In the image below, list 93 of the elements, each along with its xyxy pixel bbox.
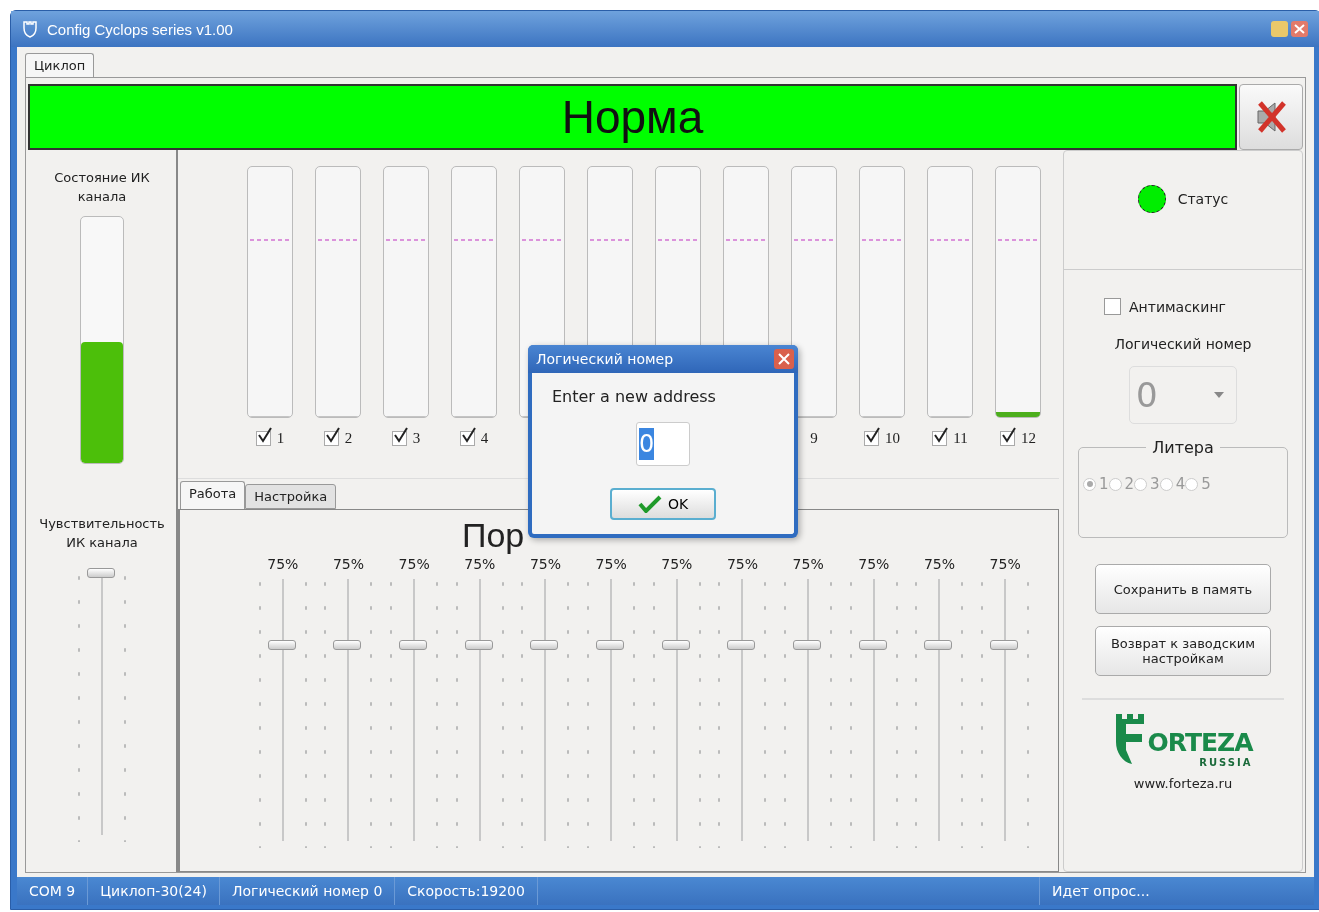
threshold-line xyxy=(930,239,970,241)
threshold-reading: 75% xyxy=(528,556,563,572)
threshold-line xyxy=(998,239,1038,241)
status-banner: Норма xyxy=(28,84,1237,150)
channel-number: 4 xyxy=(480,429,489,447)
dialog-prompt: Enter a new address xyxy=(551,386,717,406)
threshold-reading: 75% xyxy=(791,556,825,572)
channel-number: 10 xyxy=(885,429,900,447)
threshold-line xyxy=(522,239,562,241)
sensitivity-label: Чувствительность ИК канала xyxy=(38,515,166,552)
threshold-line xyxy=(726,239,766,241)
litera-title: Литера xyxy=(1151,438,1215,457)
website-link[interactable]: www.forteza.ru xyxy=(1064,776,1302,791)
channel-checkbox[interactable] xyxy=(1000,430,1015,446)
logo-subtitle: RUSSIA xyxy=(1199,757,1253,768)
caret-icon xyxy=(1214,392,1224,398)
check-icon xyxy=(865,426,881,443)
check-icon xyxy=(460,426,477,443)
threshold-line xyxy=(318,239,358,241)
threshold-reading: 75% xyxy=(331,556,366,572)
slider-thumb[interactable] xyxy=(661,639,690,650)
tab[interactable]: Циклоп xyxy=(25,53,95,77)
status-label: Статус xyxy=(1177,191,1229,207)
threshold-line xyxy=(794,239,834,241)
status-bar-field: Логический номер 0 xyxy=(219,877,396,905)
threshold-line xyxy=(454,239,494,241)
tab[interactable]: Работа xyxy=(180,481,246,509)
mute-button[interactable] xyxy=(1239,84,1303,150)
threshold-reading: 75% xyxy=(922,556,957,572)
address-field[interactable]: 0 xyxy=(636,422,690,466)
channel-number: 12 xyxy=(1021,429,1036,447)
slider-thumb[interactable] xyxy=(399,639,428,650)
channel-number: 1 xyxy=(276,429,285,447)
channel-number: 9 xyxy=(810,429,818,447)
channel-number: 2 xyxy=(344,429,353,447)
slider-thumb[interactable] xyxy=(333,639,362,650)
threshold-line xyxy=(590,239,630,241)
check-icon xyxy=(933,426,950,443)
logical-number-label: Логический номер xyxy=(1113,335,1253,354)
channel-number: 11 xyxy=(953,429,968,447)
window-title: Config Cyclops series v1.00 xyxy=(47,20,234,38)
slider-thumb[interactable] xyxy=(990,639,1019,650)
ok-button[interactable]: OK xyxy=(610,488,716,520)
channel-checkbox[interactable] xyxy=(323,430,339,446)
threshold-reading: 75% xyxy=(397,556,431,572)
slider-thumb[interactable] xyxy=(727,639,756,650)
slider-thumb[interactable] xyxy=(596,639,625,650)
status-bar-field: COM 9 xyxy=(17,877,89,905)
channel-number: 3 xyxy=(412,429,421,447)
threshold-line xyxy=(386,239,426,241)
slider-thumb[interactable] xyxy=(858,639,887,650)
slider-thumb[interactable] xyxy=(267,639,296,650)
check-icon xyxy=(637,495,662,513)
tab[interactable]: Настройка xyxy=(245,484,337,509)
castle-icon xyxy=(21,20,39,38)
threshold-line xyxy=(862,239,902,241)
threshold-line xyxy=(250,239,290,241)
channel-checkbox[interactable] xyxy=(864,430,879,446)
channel-checkbox[interactable] xyxy=(255,430,271,446)
threshold-reading: 75% xyxy=(857,556,891,572)
action-button[interactable]: Возврат к заводским настройкам xyxy=(1095,626,1271,676)
close-icon[interactable] xyxy=(774,349,794,369)
slider-thumb[interactable] xyxy=(924,639,953,650)
threshold-reading: 75% xyxy=(660,556,694,572)
threshold-line xyxy=(658,239,698,241)
threshold-reading: 75% xyxy=(988,556,1022,572)
logo-name: ORTEZA xyxy=(1147,728,1253,757)
speaker-muted-icon xyxy=(1254,99,1288,135)
threshold-reading: 75% xyxy=(725,556,760,572)
status-bar-field: Скорость:19200 xyxy=(395,877,538,905)
slider-thumb[interactable] xyxy=(87,568,115,578)
thresholds-heading: Пор xyxy=(462,516,526,556)
antimasking-label: Антимаскинг xyxy=(1129,298,1226,315)
channel-checkbox[interactable] xyxy=(391,430,407,446)
ir-state-label: Состояние ИК канала xyxy=(53,169,151,206)
check-icon xyxy=(392,426,409,443)
check-icon xyxy=(324,426,341,443)
antimasking-checkbox[interactable] xyxy=(1104,298,1121,315)
channel-checkbox[interactable] xyxy=(459,430,475,446)
threshold-reading: 75% xyxy=(594,556,628,572)
threshold-reading: 75% xyxy=(266,556,300,572)
channel-checkbox[interactable] xyxy=(932,430,948,446)
threshold-reading: 75% xyxy=(463,556,497,572)
dialog-title: Логический номер xyxy=(536,351,673,367)
slider-thumb[interactable] xyxy=(793,639,822,650)
check-icon xyxy=(256,426,273,443)
status-bar-field: Циклоп-30(24) xyxy=(88,877,220,905)
slider-thumb[interactable] xyxy=(464,639,493,650)
action-button[interactable]: Сохранить в память xyxy=(1095,564,1271,614)
status-bar-field: Идет опрос... xyxy=(1040,877,1314,905)
slider-thumb[interactable] xyxy=(530,639,559,650)
window-buttons-icon[interactable] xyxy=(1270,19,1310,39)
check-icon xyxy=(1001,426,1017,443)
